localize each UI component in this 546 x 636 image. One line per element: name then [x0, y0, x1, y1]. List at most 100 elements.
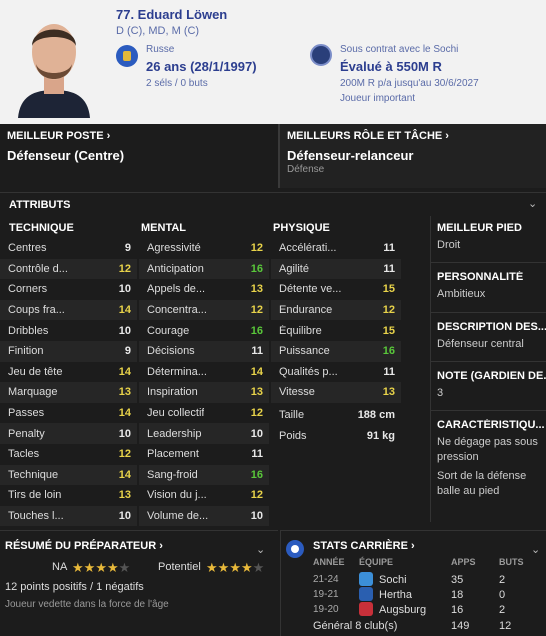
contract-info[interactable]: Sous contrat avec le Sochi: [340, 44, 458, 55]
career-goals: 2: [499, 574, 506, 586]
attribute-row[interactable]: Dribbles 10: [0, 320, 137, 341]
personality-title: PERSONNALITÉ: [437, 271, 524, 283]
player-name[interactable]: 77. Eduard Löwen: [116, 7, 227, 22]
attribute-label: Agilité: [279, 262, 309, 275]
attribute-row[interactable]: Courage 16: [139, 320, 269, 341]
preferred-foot-title: MEILLEUR PIED: [437, 222, 522, 234]
attribute-row[interactable]: Vitesse 13: [271, 382, 401, 403]
attribute-row[interactable]: Volume de... 10: [139, 505, 269, 527]
mental-header: MENTAL: [141, 222, 187, 234]
attribute-label: Vitesse: [279, 386, 315, 399]
attribute-label: Accélérati...: [279, 242, 337, 255]
international-caps: 2 séls / 0 buts: [146, 78, 208, 89]
chevron-down-icon[interactable]: ⌄: [531, 543, 540, 556]
attribute-value: 13: [118, 489, 131, 502]
attribute-label: Passes: [8, 407, 45, 420]
chevron-down-icon[interactable]: ⌄: [528, 197, 537, 210]
best-position-title[interactable]: MEILLEUR POSTE ›: [7, 130, 110, 142]
club-badge-icon: [359, 602, 373, 616]
attribute-label: Placement: [147, 448, 199, 461]
divider: [431, 262, 546, 263]
attribute-label: Technique: [8, 468, 59, 481]
attribute-row[interactable]: Technique 14: [0, 464, 137, 486]
media-description-title: DESCRIPTION DES...: [437, 321, 546, 333]
career-total-goals: 12: [499, 620, 512, 632]
attribute-row[interactable]: Agressivité 12: [139, 238, 269, 259]
attribute-label: Volume de...: [147, 510, 209, 523]
career-year: 19-20: [313, 604, 339, 615]
attribute-row[interactable]: Équilibre 15: [271, 320, 401, 341]
attribute-value: 12: [250, 407, 263, 420]
weight-value: 91 kg: [366, 429, 395, 442]
attribute-label: Qualités p...: [279, 365, 338, 378]
attribute-label: Anticipation: [147, 262, 204, 275]
player-photo: [14, 6, 94, 118]
attribute-value: 13: [250, 386, 263, 399]
attribute-value: 12: [382, 304, 395, 317]
career-total-apps: 149: [451, 620, 470, 632]
best-role-title[interactable]: MEILLEURS RÔLE ET TÂCHE ›: [287, 130, 449, 142]
attribute-row[interactable]: Finition 9: [0, 340, 137, 362]
attribute-row[interactable]: Centres 9: [0, 238, 137, 259]
coach-report-title[interactable]: RÉSUMÉ DU PRÉPARATEUR ›: [5, 540, 163, 552]
attribute-value: 15: [382, 283, 395, 296]
attribute-row[interactable]: Détermina... 14: [139, 362, 269, 383]
attribute-row[interactable]: Accélérati... 11: [271, 238, 401, 259]
attribute-row[interactable]: Coups fra... 14: [0, 299, 137, 321]
best-position-panel[interactable]: MEILLEUR POSTE › Défenseur (Centre): [0, 124, 278, 188]
attribute-row[interactable]: Tirs de loin 13: [0, 485, 137, 506]
attribute-row[interactable]: Agilité 11: [271, 258, 401, 280]
attribute-value: 16: [382, 345, 395, 358]
attribute-row[interactable]: Qualités p... 11: [271, 362, 401, 383]
attribute-row[interactable]: Contrôle d... 12: [0, 258, 137, 280]
best-role-duty: Défense: [287, 164, 325, 175]
attribute-label: Tirs de loin: [8, 489, 62, 502]
star-icon: ★: [217, 560, 230, 575]
attribute-label: Marquage: [8, 386, 58, 399]
attribute-value: 14: [250, 365, 263, 378]
mental-column: MENTAL Agressivité 12 Anticipation 16 Appels…: [139, 218, 269, 527]
attribute-row[interactable]: Placement 11: [139, 444, 269, 465]
attribute-label: Finition: [8, 345, 44, 358]
attribute-row[interactable]: Jeu de tête 14: [0, 362, 137, 383]
attribute-row[interactable]: Tacles 12: [0, 444, 137, 465]
attribute-value: 9: [124, 345, 131, 358]
attribute-row[interactable]: Anticipation 16: [139, 258, 269, 280]
attributes-title: ATTRIBUTS: [9, 199, 71, 211]
nationality[interactable]: Russe: [146, 44, 174, 55]
attribute-value: 11: [383, 242, 395, 255]
attribute-label: Jeu collectif: [147, 407, 205, 420]
attribute-value: 14: [118, 304, 131, 317]
attribute-row[interactable]: Endurance 12: [271, 299, 401, 321]
career-stats-title[interactable]: STATS CARRIÈRE ›: [313, 540, 415, 552]
attribute-row[interactable]: Passes 14: [0, 403, 137, 424]
attribute-value: 12: [250, 304, 263, 317]
best-role-panel[interactable]: MEILLEURS RÔLE ET TÂCHE › Défenseur-rela…: [280, 124, 546, 188]
attribute-label: Contrôle d...: [8, 262, 68, 275]
attribute-row[interactable]: Concentra... 12: [139, 299, 269, 321]
chevron-down-icon[interactable]: ⌄: [256, 543, 265, 556]
attribute-row[interactable]: Sang-froid 16: [139, 464, 269, 486]
star-icon: ★: [106, 560, 119, 575]
career-club[interactable]: Sochi: [379, 574, 407, 586]
attribute-row[interactable]: Touches l... 10: [0, 505, 137, 527]
attribute-row[interactable]: Penalty 10: [0, 423, 137, 444]
attribute-row[interactable]: Inspiration 13: [139, 382, 269, 403]
attribute-row[interactable]: Marquage 13: [0, 382, 137, 403]
attribute-value: 16: [250, 324, 263, 337]
attribute-row[interactable]: Détente ve... 15: [271, 279, 401, 300]
attribute-row[interactable]: Puissance 16: [271, 340, 401, 362]
career-club[interactable]: Augsburg: [379, 604, 426, 616]
attribute-value: 11: [251, 448, 263, 461]
report-summary: Joueur vedette dans la force de l'âge: [5, 599, 169, 610]
attribute-row[interactable]: Décisions 11: [139, 340, 269, 362]
career-club[interactable]: Hertha: [379, 589, 412, 601]
attribute-label: Détente ve...: [279, 283, 342, 296]
attribute-row[interactable]: Jeu collectif 12: [139, 403, 269, 424]
attribute-row[interactable]: Corners 10: [0, 279, 137, 300]
attribute-row[interactable]: Vision du j... 12: [139, 485, 269, 506]
attribute-row[interactable]: Appels de... 13: [139, 279, 269, 300]
attribute-row[interactable]: Leadership 10: [139, 423, 269, 444]
attribute-value: 11: [251, 345, 263, 358]
attribute-value: 10: [250, 427, 263, 440]
